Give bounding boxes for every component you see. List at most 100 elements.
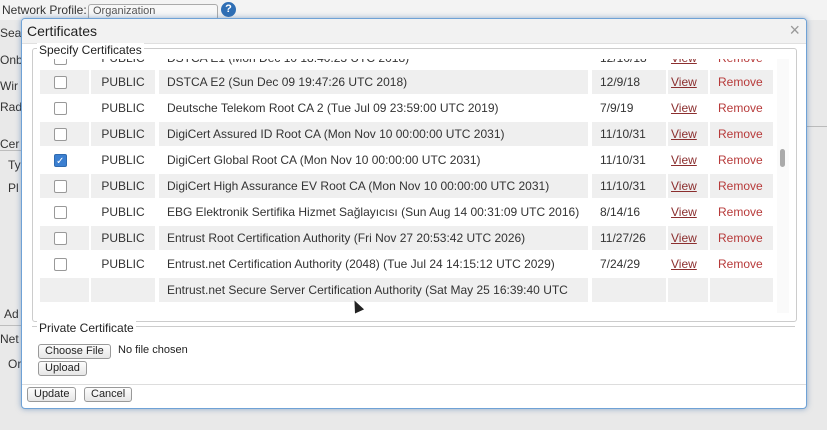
remove-link-text[interactable]: Remove [718, 179, 763, 193]
view-link-text[interactable]: View [671, 231, 697, 245]
private-certificate-legend: Private Certificate [37, 321, 136, 335]
certificate-name: DigiCert Global Root CA (Mon Nov 10 00:0… [159, 148, 588, 172]
remove-link-text[interactable]: Remove [718, 257, 763, 271]
no-file-chosen-text: No file chosen [118, 344, 188, 356]
remove-link-text[interactable]: Remove [718, 205, 763, 219]
view-link[interactable]: View [668, 122, 708, 146]
remove-link-text[interactable]: Remove [718, 231, 763, 245]
certificate-row: PUBLIC Entrust Root Certification Authori… [40, 226, 777, 250]
certificate-checkbox[interactable] [54, 232, 67, 245]
view-link[interactable]: View [668, 70, 708, 94]
certificate-row: PUBLIC DigiCert Global Root CA (Mon Nov 1… [40, 148, 777, 172]
certificate-expiry-date: 11/27/26 [592, 226, 666, 250]
certificate-checkbox[interactable] [54, 128, 67, 141]
certificate-row: PUBLIC DSTCA E1 (Mon Dec 10 18:40:23 UTC … [40, 59, 777, 70]
help-icon[interactable]: ? [221, 2, 236, 17]
view-link-text[interactable]: View [671, 257, 697, 271]
update-button[interactable]: Update [27, 387, 77, 402]
certificate-type-text: PUBLIC [91, 59, 155, 70]
scrollbar-thumb[interactable] [780, 149, 785, 167]
view-link[interactable]: View [668, 96, 708, 120]
view-link-text[interactable]: View [671, 153, 697, 167]
close-icon[interactable]: × [789, 20, 800, 41]
certificate-expiry-date-text: 11/10/31 [600, 153, 646, 167]
certificate-checkbox[interactable] [54, 206, 67, 219]
certificate-type-text: PUBLIC [101, 153, 145, 167]
certificate-type-text: PUBLIC [101, 205, 145, 219]
cancel-button[interactable]: Cancel [84, 387, 133, 402]
certificate-checkbox[interactable] [54, 150, 67, 172]
remove-link-text[interactable]: Remove [718, 75, 763, 89]
certificate-checkbox[interactable] [54, 102, 67, 115]
upload-button[interactable]: Upload [38, 361, 87, 376]
certificate-checkbox[interactable] [54, 76, 67, 89]
certificate-checkbox[interactable] [54, 258, 67, 271]
choose-file-button[interactable]: Choose File [38, 344, 111, 359]
certificate-row: Entrust.net Secure Server Certification … [40, 278, 777, 302]
remove-link[interactable]: Remove [710, 59, 773, 70]
remove-link[interactable]: Remove [710, 226, 773, 250]
bg-label-ty: Ty [8, 158, 21, 172]
view-link[interactable]: View [668, 200, 708, 224]
bg-label-or: Or [8, 357, 22, 371]
view-link-text[interactable]: View [671, 75, 697, 89]
certificate-type: PUBLIC [91, 174, 155, 198]
remove-link[interactable]: Remove [710, 96, 773, 120]
certificate-list: PUBLIC DSTCA E1 (Mon Dec 10 18:40:23 UTC … [40, 59, 777, 313]
remove-link[interactable] [710, 278, 773, 302]
view-link[interactable]: View [668, 59, 708, 70]
view-link-text[interactable]: View [671, 59, 697, 65]
certificate-name: DSTCA E2 (Sun Dec 09 19:47:26 UTC 2018) [159, 70, 588, 94]
view-link[interactable]: View [668, 174, 708, 198]
network-profile-label: Network Profile: [2, 3, 87, 17]
remove-link-text[interactable]: Remove [718, 127, 763, 141]
certificate-expiry-date-text: 11/10/31 [600, 127, 646, 141]
certificate-type: PUBLIC [91, 148, 155, 172]
remove-link-text[interactable]: Remove [718, 153, 763, 167]
dialog-titlebar[interactable]: Certificates × [22, 19, 806, 44]
certificate-type-text: PUBLIC [101, 231, 145, 245]
remove-link-text[interactable]: Remove [718, 101, 763, 115]
certificate-checkbox[interactable] [54, 180, 67, 193]
view-link-text[interactable]: View [671, 179, 697, 193]
certificate-name-text: DigiCert High Assurance EV Root CA (Mon … [167, 179, 550, 193]
certificate-checkbox-cell [40, 70, 89, 94]
certificate-checkbox-cell [40, 96, 89, 120]
certificate-expiry-date: 12/9/18 [592, 70, 666, 94]
bg-label-ad: Ad [4, 307, 19, 321]
remove-link-text[interactable]: Remove [718, 59, 763, 65]
bg-divider [0, 325, 21, 326]
certificate-expiry-date-text: 7/24/29 [600, 257, 641, 271]
view-link-text[interactable]: View [671, 101, 697, 115]
certificate-expiry-date: 7/24/29 [592, 252, 666, 276]
certificate-expiry-date-text: 12/9/18 [600, 75, 641, 89]
certificate-expiry-date: 11/10/31 [592, 122, 666, 146]
view-link-text[interactable]: View [671, 127, 697, 141]
certificate-row: PUBLIC DigiCert Assured ID Root CA (Mon N… [40, 122, 777, 146]
certificate-list-scrollbar[interactable] [777, 59, 789, 313]
certificate-checkbox-cell [40, 59, 89, 70]
certificate-type-text: PUBLIC [101, 101, 145, 115]
certificate-expiry-date: 11/10/31 [592, 174, 666, 198]
certificate-name: DigiCert High Assurance EV Root CA (Mon … [159, 174, 588, 198]
view-link[interactable] [668, 278, 708, 302]
remove-link[interactable]: Remove [710, 70, 773, 94]
certificate-type: PUBLIC [91, 122, 155, 146]
certificate-expiry-date: 7/9/19 [592, 96, 666, 120]
certificate-type-text: PUBLIC [101, 75, 145, 89]
view-link[interactable]: View [668, 226, 708, 250]
certificate-row: PUBLIC DigiCert High Assurance EV Root CA… [40, 174, 777, 198]
bg-label-onb: Onb [0, 53, 23, 67]
remove-link[interactable]: Remove [710, 252, 773, 276]
certificate-name-text: Entrust.net Certification Authority (204… [167, 257, 555, 271]
certificate-checkbox[interactable] [54, 59, 67, 65]
remove-link[interactable]: Remove [710, 122, 773, 146]
view-link[interactable]: View [668, 252, 708, 276]
remove-link[interactable]: Remove [710, 148, 773, 172]
view-link[interactable]: View [668, 148, 708, 172]
view-link-text[interactable]: View [671, 205, 697, 219]
remove-link[interactable]: Remove [710, 174, 773, 198]
certificate-name-text: DigiCert Global Root CA (Mon Nov 10 00:0… [167, 153, 481, 167]
remove-link[interactable]: Remove [710, 200, 773, 224]
dialog-title: Certificates [27, 23, 98, 39]
